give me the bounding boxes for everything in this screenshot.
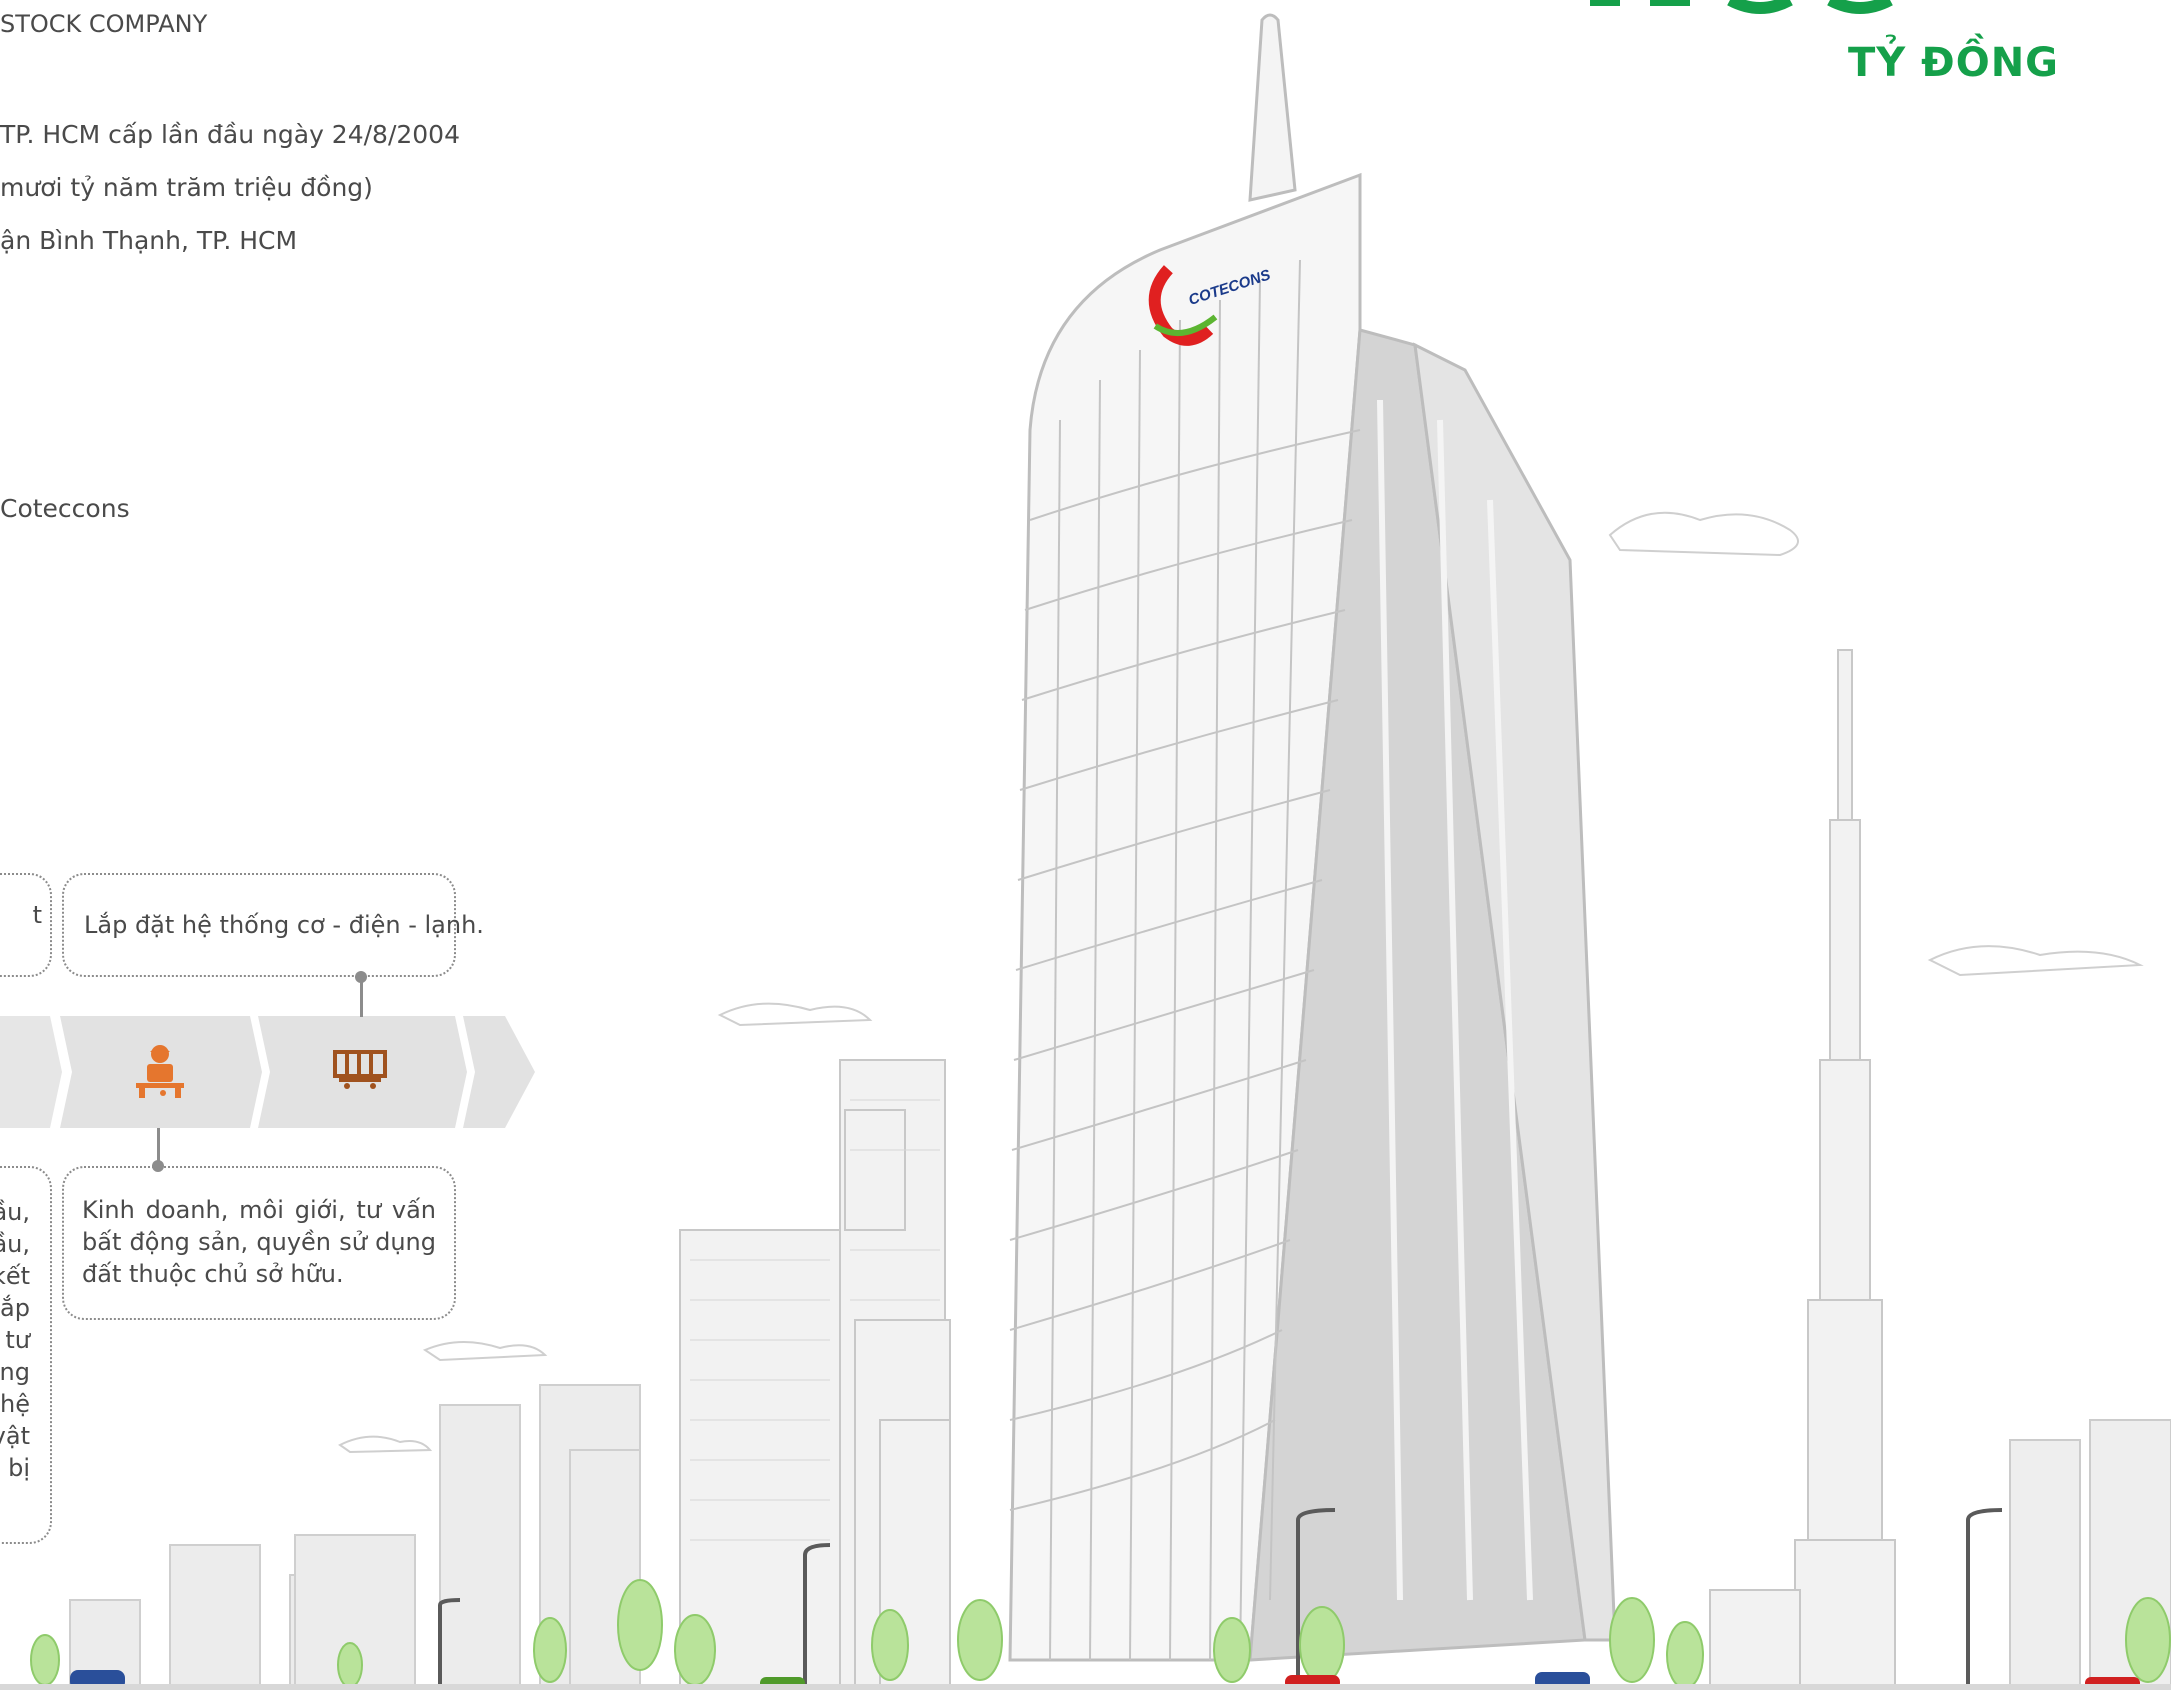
bottom-left-line: tư [5,1326,30,1354]
container-icon [333,1050,387,1089]
worker-icon [136,1045,184,1098]
process-arrow-band [0,1016,535,1128]
bottom-left-line: ầu, [0,1198,30,1226]
callout-bottom-left: ầu, ầu, kết lắp tư ng hệ vật bị [0,1166,52,1544]
ground-line [0,1684,2171,1690]
bottom-left-line: ầu, [0,1230,30,1258]
bottom-left-line: lắp [0,1294,30,1322]
background-buildings-mid [679,1059,951,1690]
callout-top-left-text: t [32,901,42,929]
callout-top-left: t [0,873,52,977]
bottom-left-line: ng [0,1358,30,1386]
landmark-tower [1709,649,1896,1690]
callout-mep-installation: Lắp đặt hệ thống cơ - điện - lạnh. [62,873,484,977]
bottom-left-line: vật [0,1422,30,1450]
bottom-left-line: kết [0,1262,30,1290]
bottom-left-line: hệ [0,1390,30,1418]
callout-bottom-left-lines: ầu, ầu, kết lắp tư ng hệ vật bị [0,1196,30,1484]
bottom-left-line: bị [8,1454,30,1482]
callout-real-estate: Kinh doanh, môi giới, tư vấn bất động sả… [62,1166,456,1320]
cityscape-illustration [0,13,2171,1690]
connector-top-dot [355,971,367,983]
callout-mep-text: Lắp đặt hệ thống cơ - điện - lạnh. [84,911,484,939]
callout-real-estate-text: Kinh doanh, môi giới, tư vấn bất động sả… [82,1196,436,1288]
connector-top [360,977,363,1017]
